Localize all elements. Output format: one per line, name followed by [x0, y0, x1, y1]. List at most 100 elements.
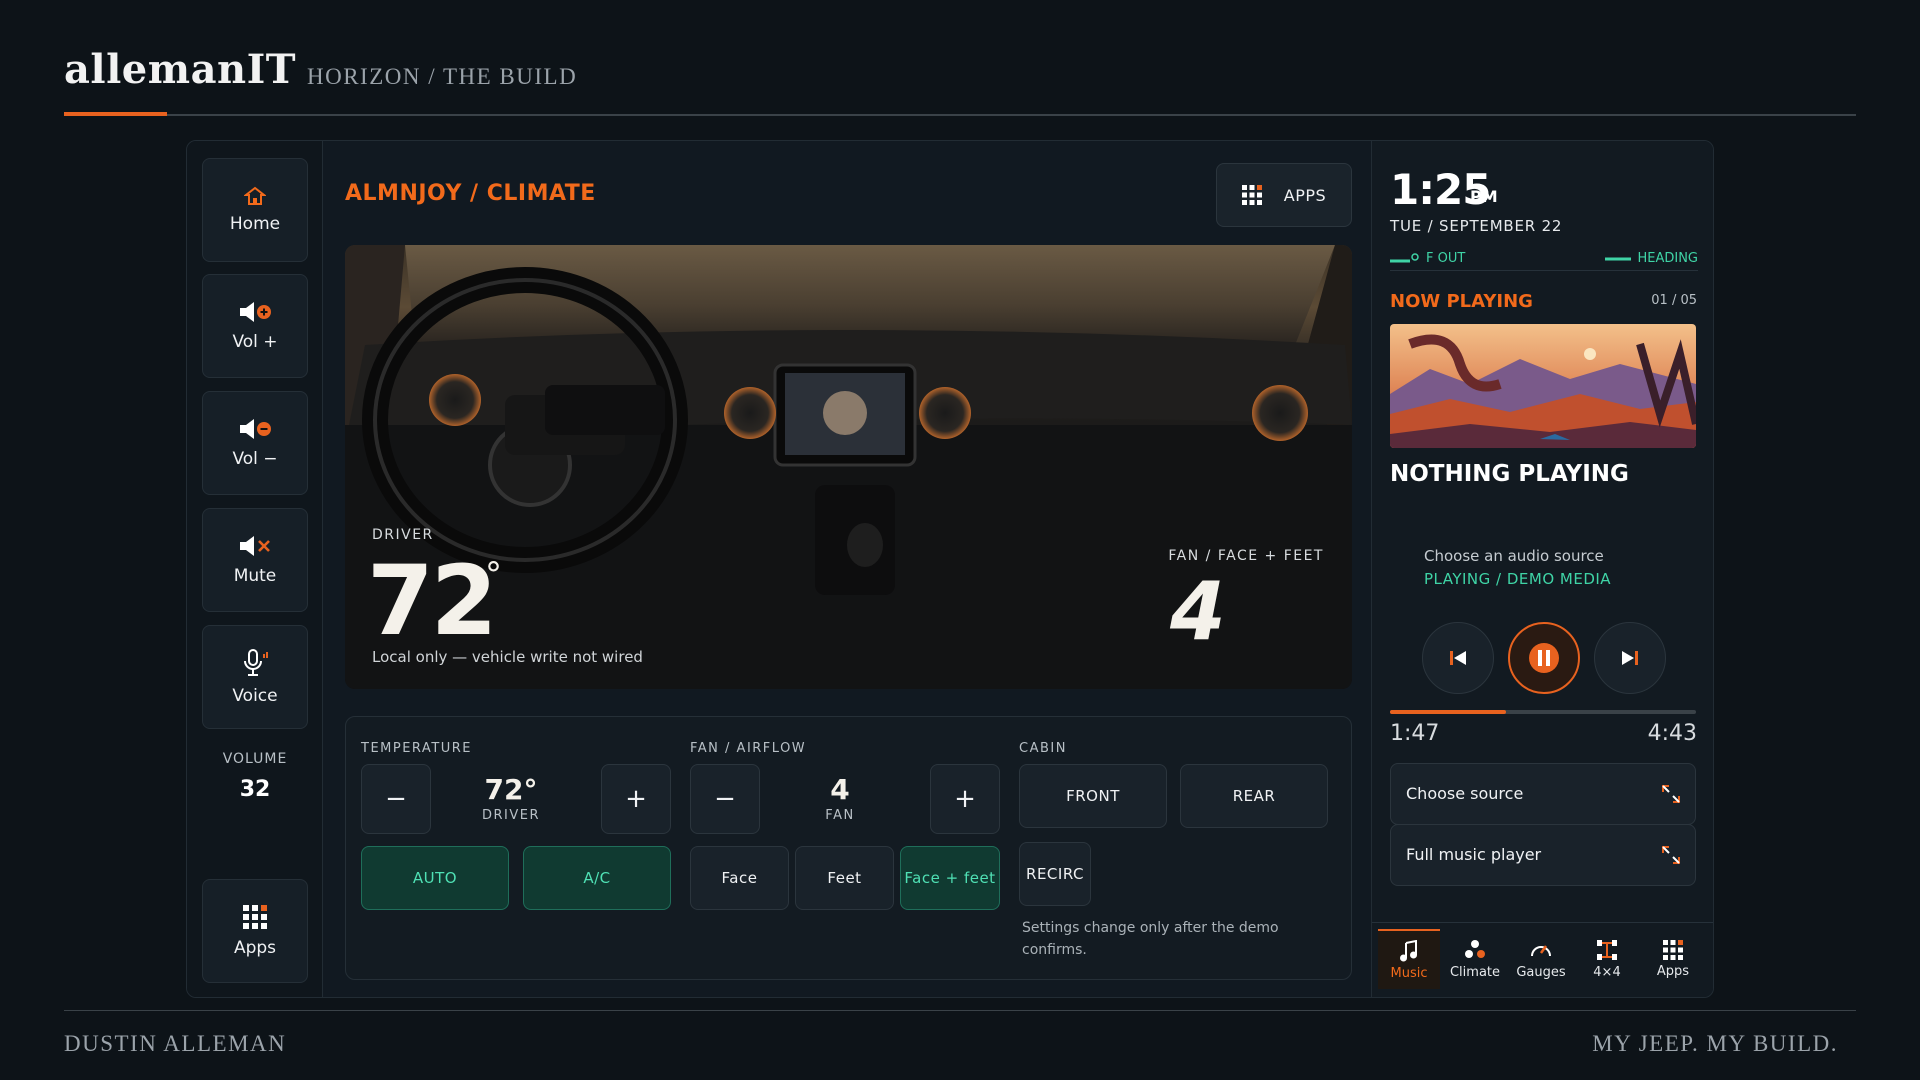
choose-source-button[interactable]: Choose source: [1390, 763, 1696, 825]
apps-grid-icon: [1663, 939, 1683, 960]
head-unit-screen: Home Vol + Vol − Mute Voice VOLUME 32 Ap…: [186, 140, 1714, 998]
mute-label: Mute: [233, 566, 277, 586]
cabin-note: Settings change only after the demo conf…: [1022, 920, 1279, 958]
heading-label: HEADING: [1637, 251, 1698, 266]
ac-button[interactable]: A/C: [523, 846, 671, 910]
tab-4x4[interactable]: 4×4: [1576, 929, 1638, 989]
choose-source-label: Choose source: [1406, 784, 1524, 803]
temperature-decrease-button[interactable]: −: [361, 764, 431, 834]
pause-icon: [1529, 643, 1559, 673]
next-track-button[interactable]: [1594, 622, 1666, 694]
music-note-icon: [1400, 939, 1417, 961]
tab-apps-label: Apps: [1656, 963, 1690, 979]
recirc-button[interactable]: RECIRC: [1019, 842, 1091, 906]
full-music-player-button[interactable]: Full music player: [1390, 824, 1696, 886]
dashboard-hero-image: DRIVER 72 ° Local only — vehicle write n…: [345, 245, 1352, 689]
full-music-player-label: Full music player: [1406, 845, 1542, 864]
outside-temp-label: F OUT: [1426, 251, 1466, 266]
airflow-face-button[interactable]: Face: [690, 846, 789, 910]
volume-value: 32: [239, 777, 271, 802]
expand-icon: [1662, 846, 1680, 864]
expand-icon: [1662, 785, 1680, 803]
track-count: 01 / 05: [1651, 293, 1697, 308]
home-icon: [244, 186, 266, 205]
fan-sub-label: FAN: [825, 808, 855, 823]
sidebar: Home Vol + Vol − Mute Voice VOLUME 32 Ap…: [187, 141, 323, 997]
temperature-zone: DRIVER: [481, 808, 541, 823]
apps-sidebar-button[interactable]: Apps: [202, 879, 308, 983]
screen-title: ALMNJOY / CLIMATE: [345, 181, 596, 206]
apps-button-label: APPS: [1283, 185, 1327, 205]
header-divider: [64, 114, 1856, 116]
volume-title: VOLUME: [222, 751, 288, 767]
play-pause-button[interactable]: [1508, 622, 1580, 694]
auto-button[interactable]: AUTO: [361, 846, 509, 910]
source-state: PLAYING / DEMO MEDIA: [1424, 570, 1612, 588]
gauge-icon: [1531, 944, 1551, 956]
fan-airflow-section-label: FAN / AIRFLOW: [690, 741, 807, 756]
tab-music[interactable]: Music: [1378, 929, 1440, 989]
playback-progress-bar[interactable]: [1390, 710, 1696, 714]
driver-temperature-unit: °: [485, 555, 502, 595]
home-label: Home: [229, 214, 281, 234]
album-art: [1390, 324, 1696, 448]
date-display: TUE / SEPTEMBER 22: [1390, 217, 1563, 235]
brand-logo: allemanIT: [64, 46, 297, 93]
cabin-section-label: CABIN: [1019, 741, 1067, 756]
track-title: NOTHING PLAYING: [1390, 461, 1629, 487]
time-total: 4:43: [1647, 721, 1697, 746]
fan-mode-label: FAN / FACE + FEET: [1168, 548, 1324, 564]
apps-sidebar-label: Apps: [233, 938, 277, 958]
temperature-section-label: TEMPERATURE: [361, 741, 473, 756]
temperature-increase-button[interactable]: +: [601, 764, 671, 834]
time-elapsed: 1:47: [1390, 721, 1440, 746]
fan-readout: 4 FAN: [780, 773, 900, 823]
airflow-face-feet-button[interactable]: Face + feet: [900, 846, 1000, 910]
tab-climate-label: Climate: [1449, 964, 1501, 980]
footer-author: DUSTIN ALLEMAN: [64, 1031, 287, 1056]
brand-header: allemanIT HORIZON / THE BUILD: [64, 40, 1856, 120]
driver-note: Local only — vehicle write not wired: [372, 648, 643, 666]
temperature-value: 72°: [484, 773, 538, 806]
climate-controls-panel: TEMPERATURE − 72° DRIVER + AUTO A/C FAN …: [345, 716, 1352, 980]
climate-main: ALMNJOY / CLIMATE APPS DRIVER 72 ° Local…: [324, 141, 1370, 997]
outside-temp-stat: F OUT: [1390, 251, 1465, 266]
heading-stat: HEADING: [1605, 251, 1698, 266]
header-subtitle: HORIZON / THE BUILD: [307, 64, 578, 89]
voice-button[interactable]: Voice: [202, 625, 308, 729]
temperature-gauge-icon: [1390, 252, 1419, 262]
apps-grid-icon: [243, 905, 267, 929]
rear-defrost-button[interactable]: REAR: [1180, 764, 1328, 828]
mute-button[interactable]: Mute: [202, 508, 308, 612]
media-panel: 1:25 PM TUE / SEPTEMBER 22 F OUT HEADING…: [1371, 141, 1713, 997]
tab-climate[interactable]: Climate: [1444, 929, 1506, 989]
previous-track-button[interactable]: [1422, 622, 1494, 694]
volume-up-button[interactable]: Vol +: [202, 274, 308, 378]
front-defrost-button[interactable]: FRONT: [1019, 764, 1167, 828]
compass-heading-icon: [1605, 257, 1632, 260]
header-accent-bar: [64, 112, 167, 116]
home-button[interactable]: Home: [202, 158, 308, 262]
playback-progress-fill: [1390, 710, 1507, 714]
volume-up-icon: [240, 302, 271, 322]
source-hint: Choose an audio source: [1424, 547, 1604, 565]
microphone-icon: [244, 649, 268, 676]
driver-temperature: 72: [367, 545, 498, 657]
airflow-feet-button[interactable]: Feet: [795, 846, 894, 910]
clock-ampm: PM: [1470, 187, 1498, 206]
fan-decrease-button[interactable]: −: [690, 764, 760, 834]
tab-apps[interactable]: Apps: [1642, 929, 1704, 989]
fan-value: 4: [830, 773, 850, 806]
tab-gauges-label: Gauges: [1516, 964, 1566, 980]
tab-gauges[interactable]: Gauges: [1510, 929, 1572, 989]
apps-button[interactable]: APPS: [1216, 163, 1352, 227]
voice-label: Voice: [232, 686, 278, 706]
fan-icon: [1465, 939, 1485, 958]
volume-down-button[interactable]: Vol −: [202, 391, 308, 495]
skip-previous-icon: [1450, 651, 1466, 665]
tab-music-label: Music: [1390, 965, 1428, 981]
fan-increase-button[interactable]: +: [930, 764, 1000, 834]
footer-tagline: MY JEEP. MY BUILD.: [1592, 1031, 1838, 1056]
apps-grid-icon: [1241, 185, 1262, 205]
now-playing-title: NOW PLAYING: [1390, 291, 1533, 312]
